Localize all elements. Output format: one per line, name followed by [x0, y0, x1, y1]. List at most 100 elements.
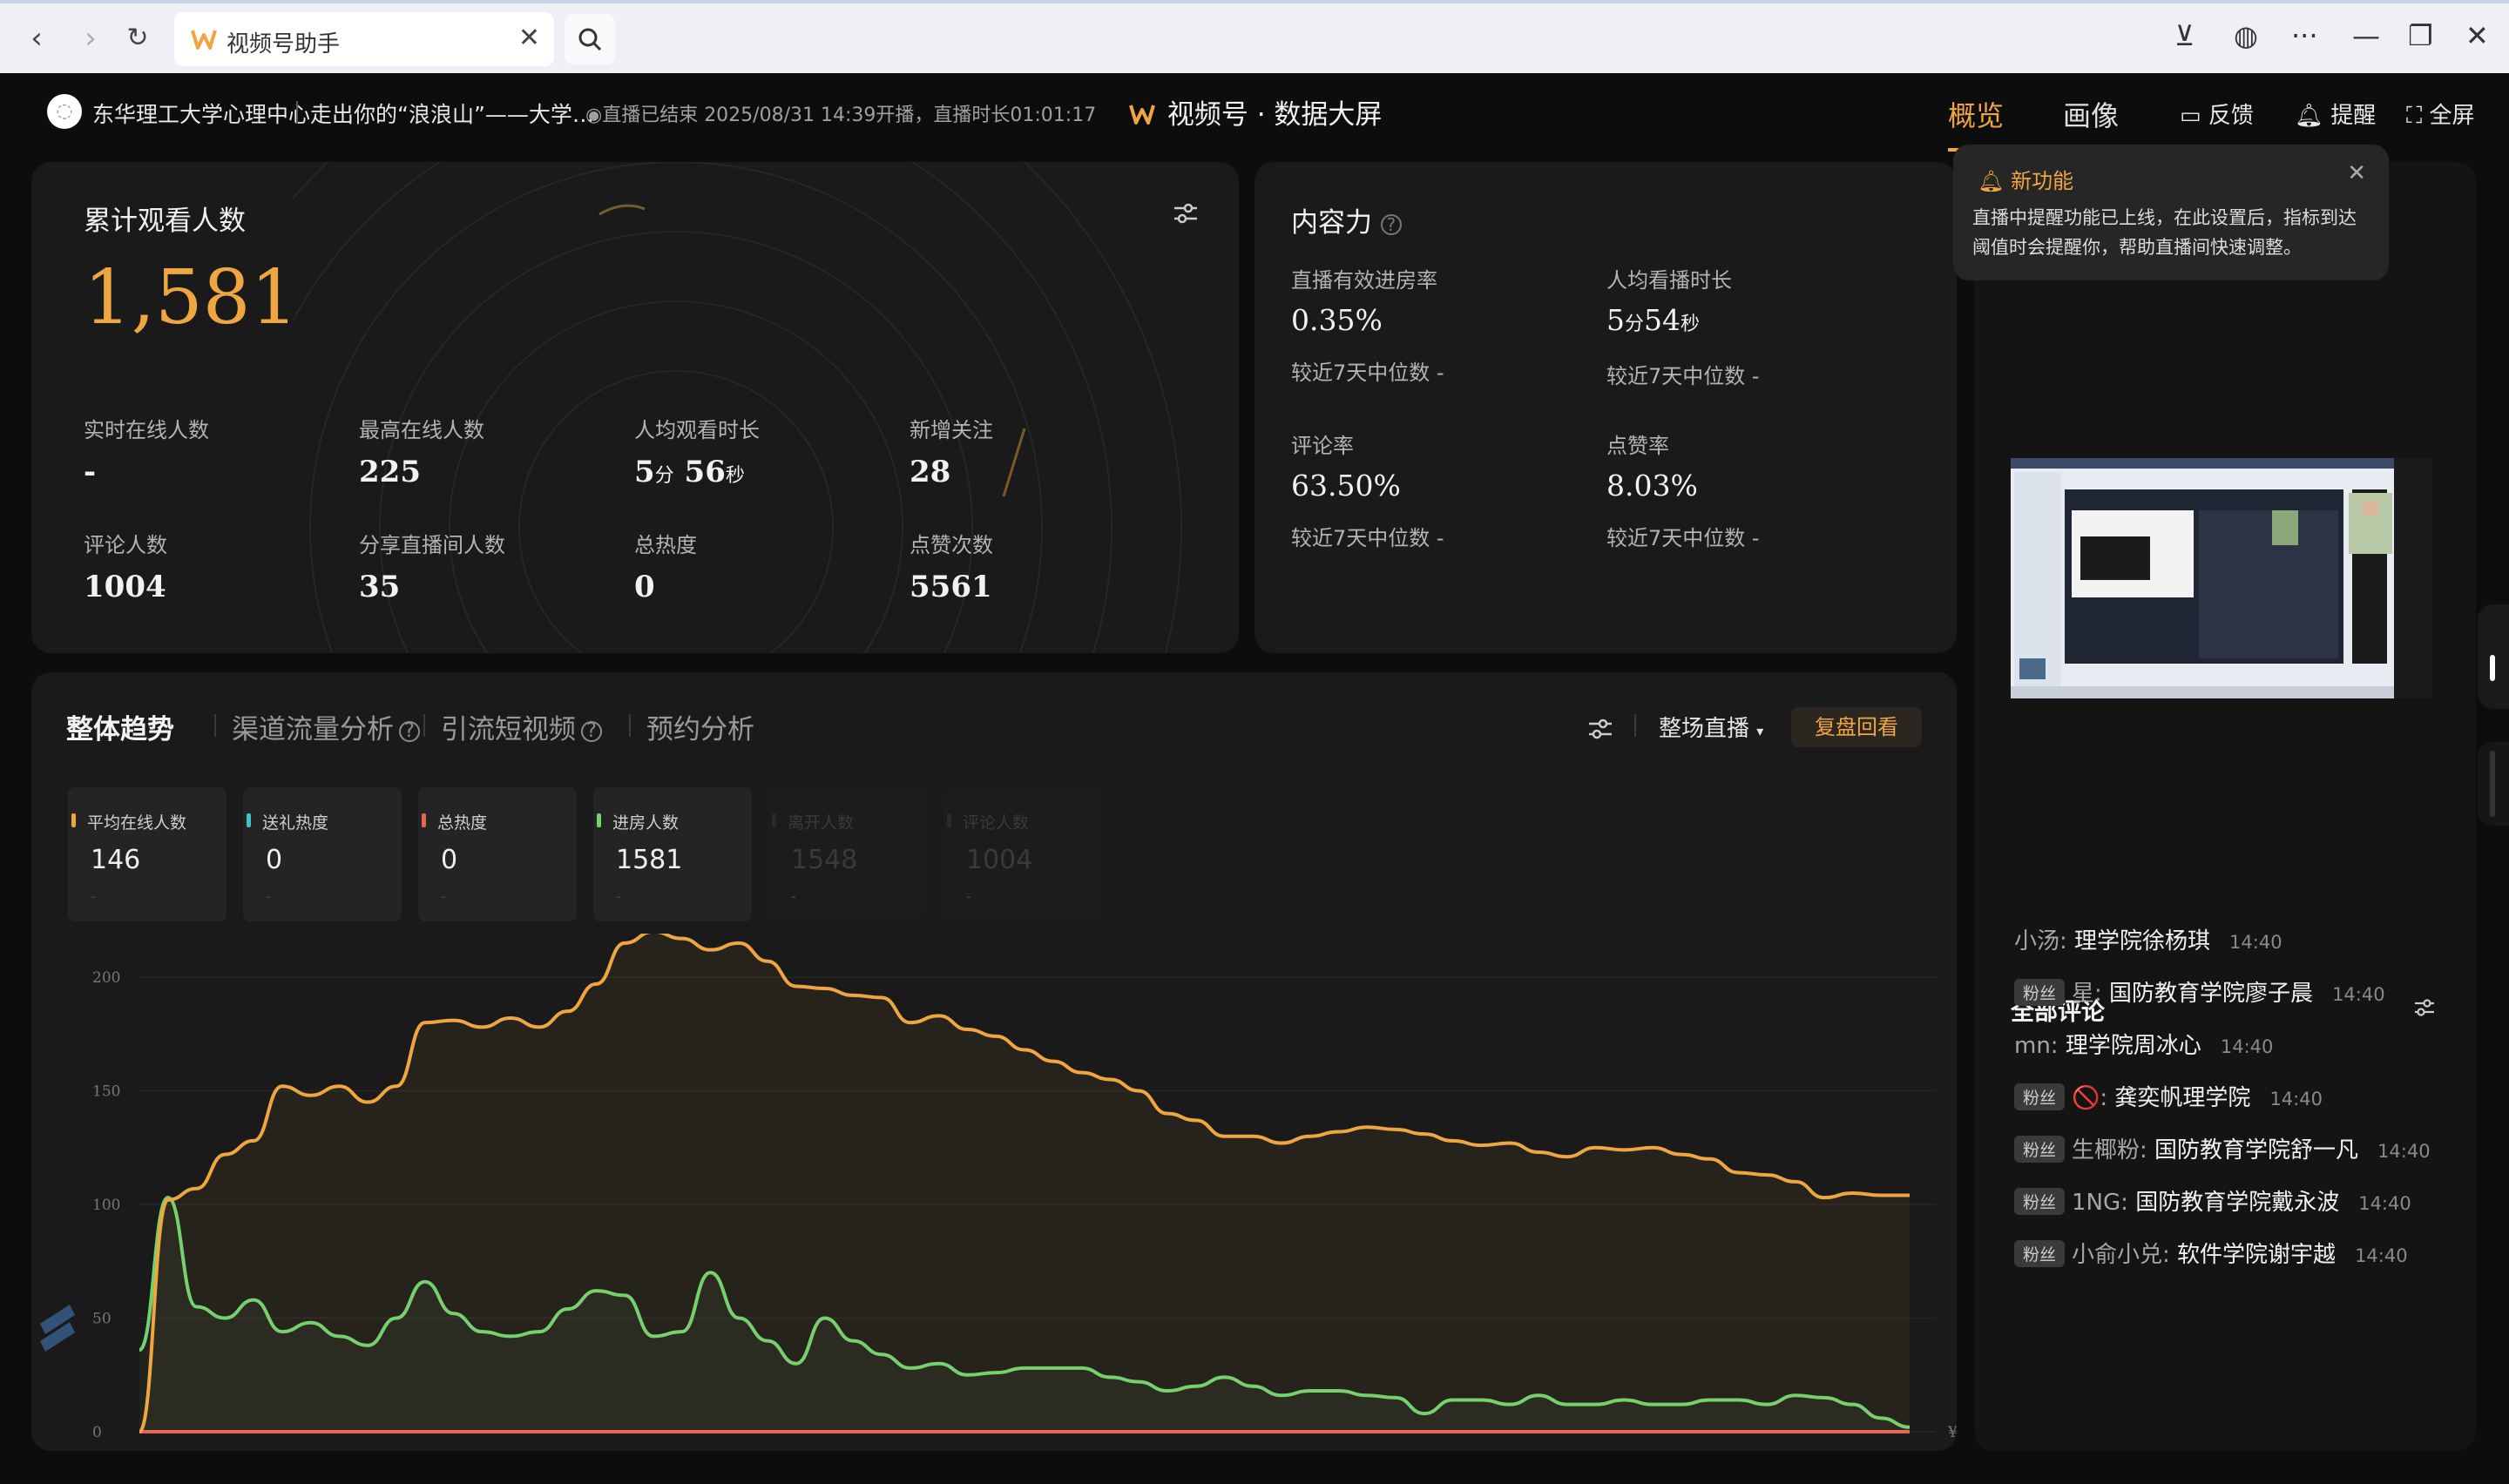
tab-channel-traffic-label: 渠道流量分析	[232, 714, 394, 745]
kpi-value: 35	[359, 570, 401, 604]
side-drawer-handle[interactable]	[2478, 742, 2509, 826]
back-icon[interactable]: ‹	[14, 16, 59, 61]
content-compare: 较近7天中位数 -	[1291, 526, 1444, 550]
right-axis-label: ¥0	[1947, 1424, 1957, 1439]
metric-value: 1581	[616, 845, 683, 875]
search-icon	[578, 28, 602, 51]
kpi-value: 5分 56秒	[634, 455, 745, 489]
fan-badge: 粉丝	[2014, 1188, 2066, 1215]
brand-text: 视频号 · 数据大屏	[1167, 99, 1383, 131]
comment-time: 14:40	[2220, 1036, 2274, 1057]
metric-tile[interactable]: 总热度 0 -	[418, 787, 577, 921]
y-tick-label: 0	[92, 1424, 102, 1439]
comment-nick: 🚫:	[2072, 1085, 2108, 1111]
feedback-label: 反馈	[2208, 103, 2254, 129]
total-viewers: 1,581	[84, 254, 299, 341]
fan-badge: 粉丝	[2014, 979, 2066, 1006]
window-close-icon[interactable]: ✕	[2465, 19, 2489, 52]
y-tick-label: 50	[92, 1311, 112, 1328]
more-icon[interactable]: ···	[2291, 19, 2318, 52]
metric-color-bar	[247, 813, 251, 827]
tooltip-body-line: 阈值时会提醒你，帮助直播间快速调整。	[1972, 237, 2302, 258]
feedback-button[interactable]: ▭ 反馈	[2180, 98, 2254, 130]
fan-badge: 粉丝	[2014, 1240, 2066, 1267]
metric-label: 送礼热度	[262, 813, 329, 833]
tab-overall-trend[interactable]: 整体趋势	[66, 707, 174, 746]
tab-close-icon[interactable]: ✕	[518, 23, 540, 53]
forward-icon[interactable]: ›	[68, 16, 113, 61]
comment-item: 小汤: 理学院徐杨琪 14:40	[2014, 923, 2282, 955]
y-tick-label: 150	[92, 1083, 120, 1101]
comments-filter-icon[interactable]	[2413, 998, 2436, 1017]
comment-item: 粉丝 小俞小兑: 软件学院谢宇越 14:40	[2014, 1237, 2408, 1269]
metric-color-bar	[422, 813, 426, 827]
content-card: 内容力 ? 直播有效进房率 0.35% 较近7天中位数 - 人均看播时长 5分5…	[1254, 162, 1957, 653]
comment-time: 14:40	[2229, 932, 2282, 953]
scope-select[interactable]: 整场直播 ▾	[1659, 711, 1763, 743]
content-compare: 较近7天中位数 -	[1291, 361, 1444, 385]
help-icon[interactable]: ?	[1380, 213, 1402, 235]
tooltip-title: 🔔︎ 新功能	[1978, 164, 2073, 194]
live-preview[interactable]	[2011, 458, 2432, 698]
remind-button[interactable]: 🔔︎ 提醒	[2295, 98, 2376, 130]
replay-button[interactable]: 复盘回看	[1791, 707, 1922, 747]
content-label: 点赞率	[1606, 434, 1669, 458]
tooltip-body-line: 直播中提醒功能已上线，在此设置后，指标到达	[1972, 207, 2357, 228]
metric-value: 1004	[966, 845, 1033, 875]
content-value: 0.35%	[1291, 303, 1383, 337]
metric-tile[interactable]: 评论人数 1004 -	[943, 787, 1102, 921]
search-button[interactable]	[565, 14, 615, 64]
tab-overview[interactable]: 概览	[1948, 94, 2005, 152]
chart-settings-icon[interactable]	[1587, 718, 1613, 740]
content-label: 评论率	[1291, 434, 1354, 458]
comment-item: mn: 理学院周冰心 14:40	[2014, 1028, 2273, 1060]
kpi-value: 1004	[84, 570, 166, 604]
globe-icon[interactable]: ◍	[2234, 19, 2258, 52]
metric-tile[interactable]: 平均在线人数 146 -	[68, 787, 227, 921]
content-unit: 分	[1625, 314, 1645, 335]
viewers-title: 累计观看人数	[84, 206, 246, 237]
settings-sliders-icon[interactable]	[1173, 202, 1199, 225]
metric-tile[interactable]: 离开人数 1548 -	[768, 787, 927, 921]
tab-short-video-label: 引流短视频	[441, 714, 576, 745]
metric-color-bar	[71, 813, 76, 827]
floating-tool-icon[interactable]	[31, 1298, 82, 1359]
metric-tile[interactable]: 送礼热度 0 -	[243, 787, 402, 921]
comment-nick: 小俞小兑:	[2072, 1242, 2170, 1268]
metric-label: 进房人数	[612, 813, 680, 833]
kpi-value: 5561	[910, 570, 992, 604]
tab-short-video[interactable]: 引流短视频?	[423, 707, 602, 746]
metric-value: 1548	[791, 845, 858, 875]
fullscreen-button[interactable]: ⛶ 全屏	[2406, 98, 2474, 130]
content-value: 5分54秒	[1606, 303, 1700, 337]
toolbar-separator	[1634, 714, 1636, 737]
metric-tile[interactable]: 进房人数 1581 -	[593, 787, 752, 921]
comment-item: 粉丝 星: 国防教育学院廖子晨 14:40	[2014, 975, 2385, 1008]
tooltip-close-icon[interactable]: ✕	[2347, 160, 2366, 186]
tab-reservation[interactable]: 预约分析	[629, 707, 754, 746]
content-label: 直播有效进房率	[1291, 268, 1437, 293]
help-icon[interactable]: ?	[581, 720, 602, 742]
series-area-平均在线人数	[139, 934, 1910, 1432]
side-drawer-handle[interactable]	[2478, 604, 2509, 709]
comment-time: 14:40	[2269, 1089, 2323, 1110]
account-name: 东华理工大学心理中心	[92, 102, 311, 127]
help-icon[interactable]: ?	[399, 720, 420, 742]
channels-logo-icon	[191, 30, 217, 50]
tab-portrait[interactable]: 画像	[2063, 94, 2119, 134]
comment-time: 14:40	[2358, 1193, 2411, 1214]
channels-logo-icon	[1129, 105, 1155, 125]
y-tick-label: 200	[92, 969, 120, 987]
kpi-value: 28	[910, 455, 951, 489]
scope-select-value: 整场直播	[1659, 716, 1750, 742]
minimize-icon[interactable]: —	[2352, 19, 2380, 52]
metric-color-bar	[947, 813, 951, 827]
reload-icon[interactable]: ↻	[115, 16, 160, 61]
kpi-label: 新增关注	[910, 418, 993, 442]
tab-channel-traffic[interactable]: 渠道流量分析?	[214, 707, 420, 746]
browser-tab[interactable]: 视频号助手 ✕	[174, 12, 554, 66]
download-icon[interactable]: ⊻	[2174, 19, 2195, 52]
restore-icon[interactable]: ❐	[2408, 19, 2433, 52]
kpi-minutes: 5	[634, 455, 655, 489]
comment-nick: 1NG:	[2072, 1190, 2128, 1216]
